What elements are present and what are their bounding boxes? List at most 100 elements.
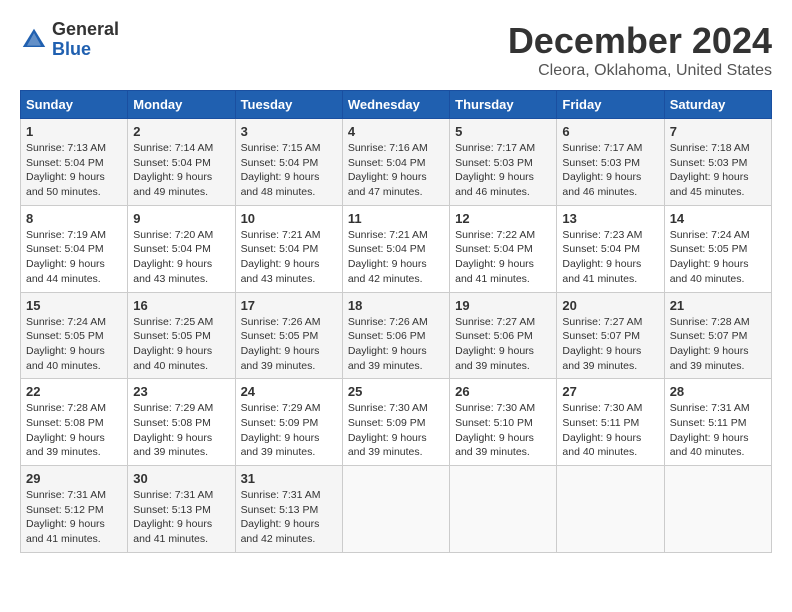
day-number: 11	[348, 211, 444, 226]
day-number: 5	[455, 124, 551, 139]
table-row	[664, 466, 771, 553]
calendar-week-row: 29 Sunrise: 7:31 AM Sunset: 5:12 PM Dayli…	[21, 466, 772, 553]
calendar-week-row: 15 Sunrise: 7:24 AM Sunset: 5:05 PM Dayli…	[21, 292, 772, 379]
calendar-week-row: 8 Sunrise: 7:19 AM Sunset: 5:04 PM Daylig…	[21, 205, 772, 292]
table-row: 10 Sunrise: 7:21 AM Sunset: 5:04 PM Dayli…	[235, 205, 342, 292]
title-section: December 2024 Cleora, Oklahoma, United S…	[508, 20, 772, 80]
header-monday: Monday	[128, 91, 235, 119]
day-detail: Sunrise: 7:19 AM Sunset: 5:04 PM Dayligh…	[26, 228, 122, 287]
day-number: 26	[455, 384, 551, 399]
day-number: 20	[562, 298, 658, 313]
table-row	[342, 466, 449, 553]
day-number: 16	[133, 298, 229, 313]
day-number: 14	[670, 211, 766, 226]
day-number: 27	[562, 384, 658, 399]
day-detail: Sunrise: 7:28 AM Sunset: 5:07 PM Dayligh…	[670, 315, 766, 374]
table-row: 15 Sunrise: 7:24 AM Sunset: 5:05 PM Dayli…	[21, 292, 128, 379]
header-thursday: Thursday	[450, 91, 557, 119]
day-detail: Sunrise: 7:29 AM Sunset: 5:09 PM Dayligh…	[241, 401, 337, 460]
calendar-week-row: 22Sunrise: 7:28 AM Sunset: 5:08 PM Dayli…	[21, 379, 772, 466]
table-row: 14 Sunrise: 7:24 AM Sunset: 5:05 PM Dayli…	[664, 205, 771, 292]
day-detail: Sunrise: 7:15 AM Sunset: 5:04 PM Dayligh…	[241, 141, 337, 200]
table-row: 5 Sunrise: 7:17 AM Sunset: 5:03 PM Daylig…	[450, 119, 557, 206]
day-detail: Sunrise: 7:28 AM Sunset: 5:08 PM Dayligh…	[26, 401, 122, 460]
logo-general: General	[52, 20, 119, 40]
day-number: 3	[241, 124, 337, 139]
day-number: 28	[670, 384, 766, 399]
header-saturday: Saturday	[664, 91, 771, 119]
day-detail: Sunrise: 7:31 AM Sunset: 5:13 PM Dayligh…	[133, 488, 229, 547]
table-row: 6 Sunrise: 7:17 AM Sunset: 5:03 PM Daylig…	[557, 119, 664, 206]
header: General Blue December 2024 Cleora, Oklah…	[20, 20, 772, 80]
table-row: 18Sunrise: 7:26 AM Sunset: 5:06 PM Dayli…	[342, 292, 449, 379]
day-detail: Sunrise: 7:30 AM Sunset: 5:09 PM Dayligh…	[348, 401, 444, 460]
table-row: 23Sunrise: 7:29 AM Sunset: 5:08 PM Dayli…	[128, 379, 235, 466]
day-number: 19	[455, 298, 551, 313]
logo: General Blue	[20, 20, 119, 60]
table-row	[557, 466, 664, 553]
table-row: 20 Sunrise: 7:27 AM Sunset: 5:07 PM Dayli…	[557, 292, 664, 379]
day-number: 24	[241, 384, 337, 399]
day-detail: Sunrise: 7:31 AM Sunset: 5:13 PM Dayligh…	[241, 488, 337, 547]
day-detail: Sunrise: 7:31 AM Sunset: 5:11 PM Dayligh…	[670, 401, 766, 460]
day-detail: Sunrise: 7:16 AM Sunset: 5:04 PM Dayligh…	[348, 141, 444, 200]
table-row: 19 Sunrise: 7:27 AM Sunset: 5:06 PM Dayli…	[450, 292, 557, 379]
header-friday: Friday	[557, 91, 664, 119]
day-number: 15	[26, 298, 122, 313]
header-tuesday: Tuesday	[235, 91, 342, 119]
table-row: 30 Sunrise: 7:31 AM Sunset: 5:13 PM Dayli…	[128, 466, 235, 553]
table-row: 3 Sunrise: 7:15 AM Sunset: 5:04 PM Daylig…	[235, 119, 342, 206]
day-detail: Sunrise: 7:21 AM Sunset: 5:04 PM Dayligh…	[241, 228, 337, 287]
day-detail: Sunrise: 7:14 AM Sunset: 5:04 PM Dayligh…	[133, 141, 229, 200]
day-detail: Sunrise: 7:17 AM Sunset: 5:03 PM Dayligh…	[562, 141, 658, 200]
calendar-title: December 2024	[508, 20, 772, 62]
day-detail: Sunrise: 7:13 AM Sunset: 5:04 PM Dayligh…	[26, 141, 122, 200]
day-number: 17	[241, 298, 337, 313]
day-number: 29	[26, 471, 122, 486]
table-row: 27 Sunrise: 7:30 AM Sunset: 5:11 PM Dayli…	[557, 379, 664, 466]
day-detail: Sunrise: 7:18 AM Sunset: 5:03 PM Dayligh…	[670, 141, 766, 200]
day-number: 2	[133, 124, 229, 139]
logo-icon	[20, 26, 48, 54]
table-row: 28 Sunrise: 7:31 AM Sunset: 5:11 PM Dayli…	[664, 379, 771, 466]
table-row: 16 Sunrise: 7:25 AM Sunset: 5:05 PM Dayli…	[128, 292, 235, 379]
day-number: 10	[241, 211, 337, 226]
calendar-header-row: Sunday Monday Tuesday Wednesday Thursday…	[21, 91, 772, 119]
table-row: 26 Sunrise: 7:30 AM Sunset: 5:10 PM Dayli…	[450, 379, 557, 466]
day-number: 6	[562, 124, 658, 139]
table-row	[450, 466, 557, 553]
day-number: 8	[26, 211, 122, 226]
day-number: 1	[26, 124, 122, 139]
header-wednesday: Wednesday	[342, 91, 449, 119]
table-row: 4Sunrise: 7:16 AM Sunset: 5:04 PM Daylig…	[342, 119, 449, 206]
logo-blue: Blue	[52, 40, 119, 60]
table-row: 11 Sunrise: 7:21 AM Sunset: 5:04 PM Dayli…	[342, 205, 449, 292]
day-detail: Sunrise: 7:31 AM Sunset: 5:12 PM Dayligh…	[26, 488, 122, 547]
table-row: 25 Sunrise: 7:30 AM Sunset: 5:09 PM Dayli…	[342, 379, 449, 466]
day-detail: Sunrise: 7:27 AM Sunset: 5:07 PM Dayligh…	[562, 315, 658, 374]
day-detail: Sunrise: 7:29 AM Sunset: 5:08 PM Dayligh…	[133, 401, 229, 460]
day-detail: Sunrise: 7:30 AM Sunset: 5:10 PM Dayligh…	[455, 401, 551, 460]
day-number: 21	[670, 298, 766, 313]
day-detail: Sunrise: 7:22 AM Sunset: 5:04 PM Dayligh…	[455, 228, 551, 287]
day-detail: Sunrise: 7:30 AM Sunset: 5:11 PM Dayligh…	[562, 401, 658, 460]
day-detail: Sunrise: 7:21 AM Sunset: 5:04 PM Dayligh…	[348, 228, 444, 287]
day-detail: Sunrise: 7:20 AM Sunset: 5:04 PM Dayligh…	[133, 228, 229, 287]
table-row: 8 Sunrise: 7:19 AM Sunset: 5:04 PM Daylig…	[21, 205, 128, 292]
day-detail: Sunrise: 7:24 AM Sunset: 5:05 PM Dayligh…	[670, 228, 766, 287]
day-number: 31	[241, 471, 337, 486]
table-row: 22Sunrise: 7:28 AM Sunset: 5:08 PM Dayli…	[21, 379, 128, 466]
day-number: 12	[455, 211, 551, 226]
day-number: 30	[133, 471, 229, 486]
day-number: 9	[133, 211, 229, 226]
day-number: 25	[348, 384, 444, 399]
day-detail: Sunrise: 7:17 AM Sunset: 5:03 PM Dayligh…	[455, 141, 551, 200]
day-number: 13	[562, 211, 658, 226]
table-row: 29 Sunrise: 7:31 AM Sunset: 5:12 PM Dayli…	[21, 466, 128, 553]
day-detail: Sunrise: 7:27 AM Sunset: 5:06 PM Dayligh…	[455, 315, 551, 374]
table-row: 17Sunrise: 7:26 AM Sunset: 5:05 PM Dayli…	[235, 292, 342, 379]
day-number: 7	[670, 124, 766, 139]
day-detail: Sunrise: 7:25 AM Sunset: 5:05 PM Dayligh…	[133, 315, 229, 374]
calendar-subtitle: Cleora, Oklahoma, United States	[508, 62, 772, 80]
day-detail: Sunrise: 7:24 AM Sunset: 5:05 PM Dayligh…	[26, 315, 122, 374]
